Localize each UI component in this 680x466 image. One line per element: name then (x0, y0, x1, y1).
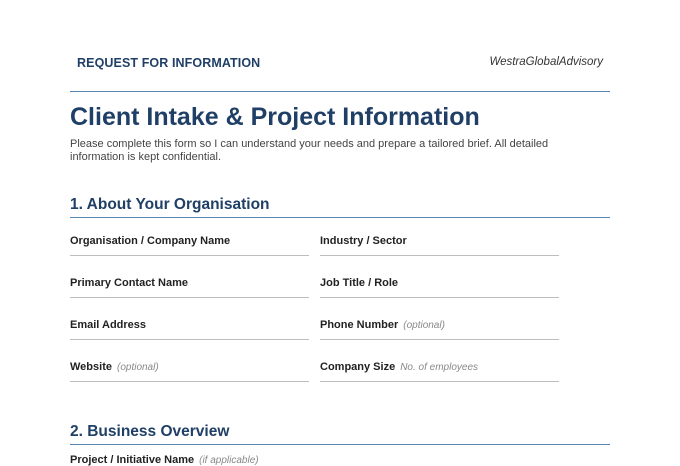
field-label: Organisation / Company Name (70, 235, 231, 247)
field-label: Company Size (320, 361, 396, 373)
section-divider (70, 444, 610, 445)
job-title-field[interactable]: Job Title / Role (320, 273, 559, 298)
field-label: Project / Initiative Name (70, 454, 195, 466)
field-label: Job Title / Role (320, 277, 399, 289)
section-divider (70, 217, 610, 218)
website-field[interactable]: Website (optional) (70, 357, 309, 382)
form-page: REQUEST FOR INFORMATION WestraGlobalAdvi… (0, 0, 680, 466)
section-title-business-overview: 2. Business Overview (70, 423, 230, 440)
section-title-organisation: 1. About Your Organisation (70, 196, 270, 213)
organisation-name-field[interactable]: Organisation / Company Name (70, 231, 309, 256)
header-divider (70, 91, 610, 92)
field-hint: (if applicable) (199, 455, 259, 466)
phone-field[interactable]: Phone Number (optional) (320, 315, 559, 340)
page-title: Client Intake & Project Information (70, 103, 480, 131)
input-line[interactable] (320, 255, 559, 256)
project-name-field[interactable]: Project / Initiative Name (if applicable) (70, 454, 259, 466)
field-label: Website (70, 361, 112, 373)
company-size-field[interactable]: Company Size No. of employees (320, 357, 559, 382)
primary-contact-field[interactable]: Primary Contact Name (70, 273, 309, 298)
input-line[interactable] (320, 381, 559, 382)
industry-sector-field[interactable]: Industry / Sector (320, 231, 559, 256)
email-field[interactable]: Email Address (70, 315, 309, 340)
input-line[interactable] (320, 297, 559, 298)
input-line[interactable] (70, 297, 309, 298)
input-line[interactable] (70, 381, 309, 382)
input-line[interactable] (320, 339, 559, 340)
document-type-label: REQUEST FOR INFORMATION (77, 56, 261, 70)
field-hint: (optional) (403, 320, 445, 331)
input-line[interactable] (70, 255, 309, 256)
field-label: Primary Contact Name (70, 277, 188, 289)
company-name: WestraGlobalAdvisory (489, 56, 603, 68)
field-hint: No. of employees (400, 362, 479, 373)
field-label: Email Address (70, 319, 147, 331)
field-hint: (optional) (116, 362, 159, 373)
input-line[interactable] (70, 339, 309, 340)
intro-text: Please complete this form so I can under… (70, 138, 549, 163)
field-label: Industry / Sector (320, 235, 407, 247)
field-label: Phone Number (320, 319, 399, 331)
